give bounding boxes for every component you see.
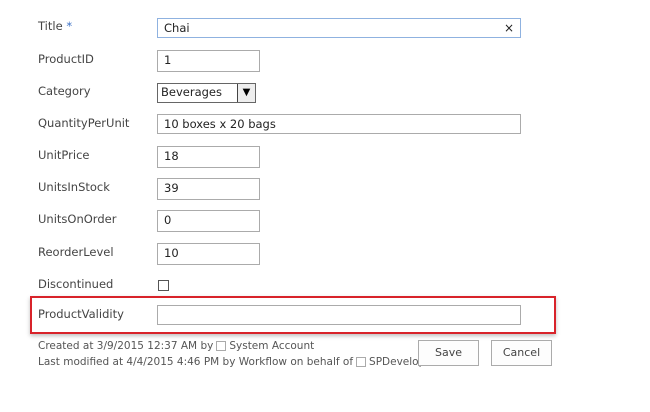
productvalidity-input[interactable] [157,305,521,325]
unitsonorder-label: UnitsOnOrder [38,212,117,226]
unitsinstock-label: UnitsInStock [38,180,110,194]
unitprice-label: UnitPrice [38,148,90,162]
productid-label: ProductID [38,52,94,66]
category-select[interactable]: Beverages ▼ [157,83,256,103]
created-info: Created at 3/9/2015 12:37 AM by System Ac… [38,340,314,352]
title-input[interactable]: Chai × [157,18,521,38]
chevron-down-icon[interactable]: ▼ [237,84,255,102]
modified-text: Last modified at 4/4/2015 4:46 PM by Wor… [38,356,354,368]
unitsonorder-input[interactable]: 0 [157,210,260,232]
created-by-link[interactable]: System Account [229,340,314,352]
created-text: Created at 3/9/2015 12:37 AM by [38,340,214,352]
modified-info: Last modified at 4/4/2015 4:46 PM by Wor… [38,356,436,368]
category-value: Beverages [161,85,222,99]
title-label-text: Title [38,19,63,33]
title-label: Title * [38,19,72,33]
unitprice-input[interactable]: 18 [157,146,260,168]
category-label: Category [38,84,91,98]
reorderlevel-label: ReorderLevel [38,245,114,259]
required-mark: * [66,19,73,33]
productid-input[interactable]: 1 [157,50,260,72]
unitsinstock-input[interactable]: 39 [157,178,260,200]
quantityperunit-label: QuantityPerUnit [38,116,130,130]
title-value: Chai [164,21,190,35]
presence-icon [356,357,367,367]
discontinued-label: Discontinued [38,277,114,291]
presence-icon [216,341,227,351]
reorderlevel-input[interactable]: 10 [157,243,260,265]
save-button[interactable]: Save [418,340,479,366]
cancel-button[interactable]: Cancel [491,340,552,366]
discontinued-checkbox[interactable] [158,280,169,291]
clear-icon[interactable]: × [504,21,514,36]
productvalidity-label: ProductValidity [38,307,124,321]
quantityperunit-input[interactable]: 10 boxes x 20 bags [157,114,521,134]
